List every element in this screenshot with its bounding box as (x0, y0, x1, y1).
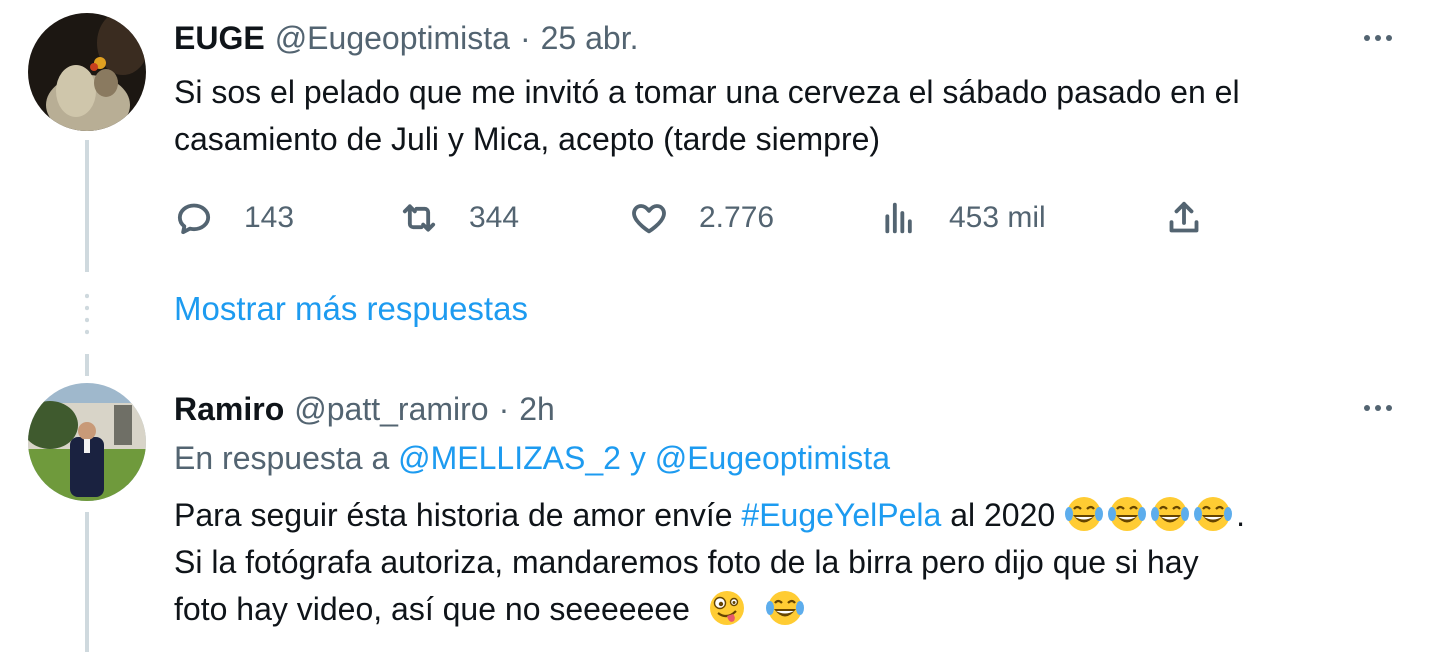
reply-to-prefix: En respuesta a (174, 440, 390, 476)
more-dot-icon (1386, 35, 1392, 41)
reply-to-mention-mellizas[interactable]: @MELLIZAS_2 (398, 440, 621, 476)
thread-line-bottom (85, 512, 89, 652)
thread-dots (85, 290, 89, 338)
more-dot-icon (1364, 35, 1370, 41)
views-button[interactable]: 453 mil (879, 198, 1164, 238)
more-dot-icon (1375, 35, 1381, 41)
thread-line-ramiro (85, 354, 89, 376)
tweet1-more-options-button[interactable] (1358, 18, 1398, 58)
tweet2-more-options-button[interactable] (1358, 388, 1398, 428)
more-dot-icon (1364, 405, 1370, 411)
tweet2-text-line: Para seguir ésta historia de amor envíe … (174, 492, 1414, 539)
tweet2-author-name[interactable]: Ramiro (174, 391, 284, 428)
retweet-button[interactable]: 344 (399, 198, 629, 238)
tweet2-text: Para seguir ésta historia de amor envíe … (174, 492, 1414, 633)
tears-of-joy-emoji-icon (1150, 494, 1190, 534)
more-dot-icon (1386, 405, 1392, 411)
views-chart-icon (885, 202, 912, 234)
tweet1-text: Si sos el pelado que me invitó a tomar u… (174, 69, 1414, 163)
reply-icon (177, 203, 211, 235)
tweet1-text-line: Si sos el pelado que me invitó a tomar u… (174, 74, 1240, 110)
tweet2-header: Ramiro @patt_ramiro · 2h (174, 387, 555, 431)
tweet2-separator: · (498, 390, 510, 427)
zany-face-emoji-icon (707, 588, 747, 628)
tweet1-author-name[interactable]: EUGE (174, 20, 265, 57)
tweet2-text-segment: foto hay video, así que no seeeeeee (174, 591, 690, 627)
show-more-replies-link[interactable]: Mostrar más respuestas (174, 290, 528, 328)
tweet2-author-handle[interactable]: @patt_ramiro (294, 391, 488, 428)
tears-of-joy-emoji-icon (765, 588, 805, 628)
tweet1-action-bar: 143 344 2.776 453 mil (174, 190, 1204, 246)
retweet-count: 344 (469, 201, 520, 234)
tweet1-header: EUGE @Eugeoptimista · 25 abr. (174, 16, 638, 60)
reply-to-conjunction: y (629, 440, 646, 476)
tweet1-separator: · (519, 19, 531, 56)
share-button[interactable] (1164, 198, 1204, 238)
thread-line-top (85, 140, 89, 272)
tweet1-author-handle[interactable]: @Eugeoptimista (275, 20, 510, 57)
tweet2-timestamp[interactable]: 2h (519, 391, 555, 428)
reply-to-context: En respuesta a @MELLIZAS_2 y @Eugeoptimi… (174, 440, 890, 477)
tweet1-text-line: casamiento de Juli y Mica, acepto (tarde… (174, 121, 881, 157)
tears-of-joy-emoji-icon (1193, 494, 1233, 534)
tweet1-timestamp[interactable]: 25 abr. (541, 20, 639, 57)
reply-button[interactable]: 143 (174, 198, 399, 238)
tears-of-joy-emoji-icon (1064, 494, 1104, 534)
more-dot-icon (1375, 405, 1381, 411)
tears-of-joy-emoji-icon (1107, 494, 1147, 534)
like-count: 2.776 (699, 201, 775, 234)
like-button[interactable]: 2.776 (629, 198, 879, 238)
tweet2-text-line: Si la fotógrafa autoriza, mandaremos fot… (174, 544, 1199, 580)
tweet2-text-segment: al 2020 (950, 497, 1056, 533)
avatar-ramiro[interactable] (28, 383, 146, 501)
tweet2-text-line: foto hay video, así que no seeeeeee (174, 586, 1414, 633)
share-icon (1169, 201, 1199, 233)
views-count: 453 mil (949, 201, 1046, 234)
tweet2-text-period: . (1236, 497, 1245, 533)
reply-count: 143 (244, 201, 295, 234)
retweet-icon (402, 204, 436, 232)
hashtag-link[interactable]: #EugeYelPela (741, 497, 941, 533)
reply-to-mention-eugeoptimista[interactable]: @Eugeoptimista (655, 440, 890, 476)
avatar-euge[interactable] (28, 13, 146, 131)
heart-icon (632, 204, 666, 234)
tweet2-text-segment: Para seguir ésta historia de amor envíe (174, 497, 733, 533)
